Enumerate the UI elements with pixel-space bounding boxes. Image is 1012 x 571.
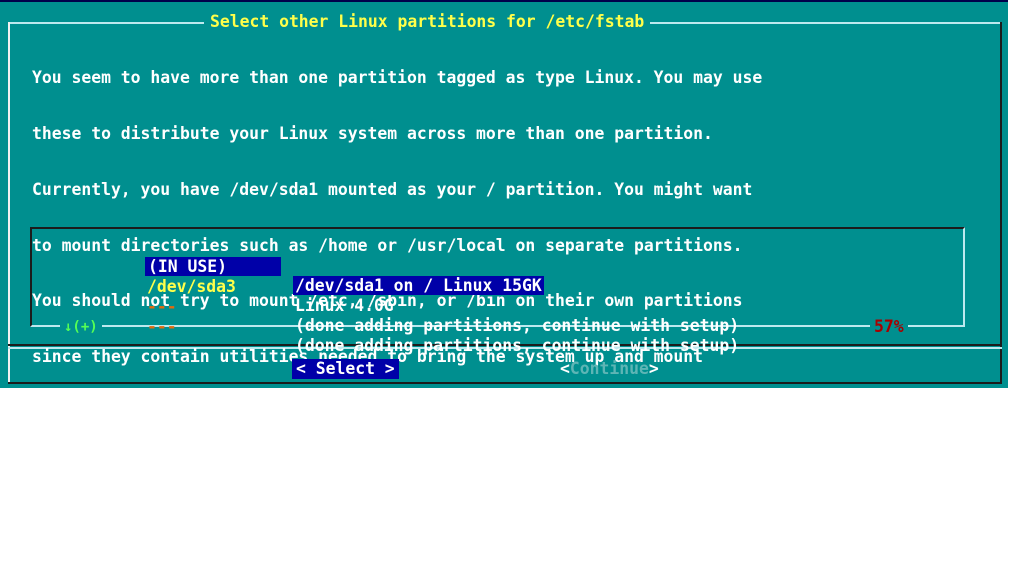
description-line: before. Please select one of the Linux p… bbox=[32, 458, 713, 478]
description-line: partitions. Also, do not reuse a partiti… bbox=[32, 402, 723, 422]
list-item-text: (done adding partitions, continue with s… bbox=[295, 316, 740, 335]
description-line: You seem to have more than one partition… bbox=[32, 68, 763, 88]
list-item[interactable]: /dev/sda3 Linux 4.0G bbox=[32, 258, 963, 315]
select-button[interactable]: < Select > bbox=[292, 359, 399, 379]
list-item[interactable]: --- (done adding partitions, continue wi… bbox=[32, 298, 963, 355]
description-line: these to distribute your Linux system ac… bbox=[32, 123, 713, 143]
list-item-selected[interactable]: (IN USE) /dev/sda1 on / Linux 15GK bbox=[32, 238, 963, 295]
frame-left-line bbox=[8, 22, 10, 384]
dialog: Select other Linux partitions for /etc/f… bbox=[0, 0, 1008, 533]
continue-label: Continue bbox=[569, 359, 649, 378]
continue-close-bracket: > bbox=[648, 359, 659, 378]
partition-list[interactable]: (IN USE) /dev/sda1 on / Linux 15GK /dev/… bbox=[30, 227, 965, 355]
description-line: Currently, you have /dev/sda1 mounted as… bbox=[32, 179, 753, 199]
scroll-down-indicator: ↓(+) bbox=[60, 318, 102, 336]
continue-button[interactable]: <Continue> bbox=[560, 359, 659, 379]
scroll-percent: 57% bbox=[870, 318, 908, 336]
frame-right-line bbox=[1000, 22, 1002, 384]
continue-open-bracket: < bbox=[560, 359, 570, 378]
dialog-title: Select other Linux partitions for /etc/f… bbox=[204, 12, 651, 32]
description-line: you're done, hit <Continue>. bbox=[32, 514, 309, 534]
list-item[interactable]: --- (done adding partitions, continue wi… bbox=[32, 278, 963, 335]
list-item-tag: --- bbox=[147, 317, 177, 336]
list-item-text: (done adding partitions, continue with s… bbox=[295, 336, 740, 355]
